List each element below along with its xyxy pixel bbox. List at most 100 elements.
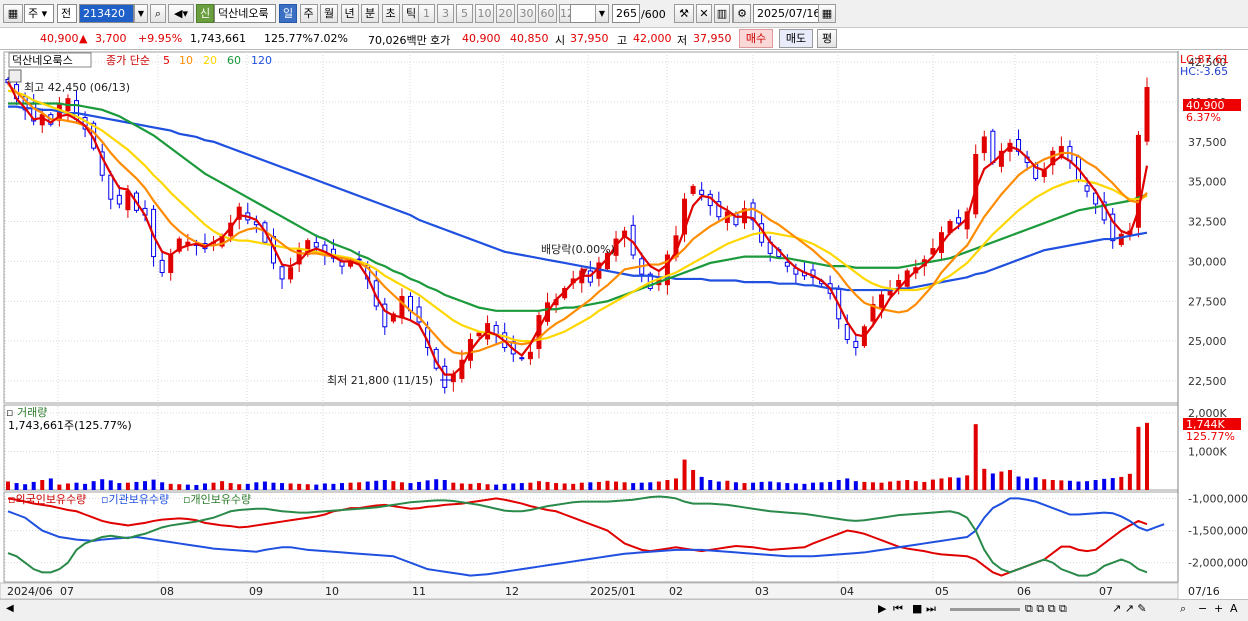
- vol-bar-74: [639, 482, 644, 490]
- period-tab-0[interactable]: 일: [279, 4, 297, 23]
- crosshair-icon[interactable]: ✕: [696, 4, 712, 23]
- count-total: /600: [641, 8, 666, 21]
- forward-icon[interactable]: ⏭: [926, 602, 936, 616]
- vol-bar-119: [1025, 478, 1030, 490]
- interval-tab-1[interactable]: 3: [437, 4, 454, 23]
- vol-bar-111: [956, 477, 961, 490]
- vol-bar-89: [768, 481, 773, 490]
- vol-bar-5: [48, 478, 53, 490]
- count-input[interactable]: 265: [612, 4, 640, 23]
- candle-body-81: [699, 189, 705, 195]
- hold-legend-1: ▫기관보유수량: [101, 493, 169, 506]
- buy-button[interactable]: 매수: [739, 29, 773, 48]
- menu-icon[interactable]: ▦: [3, 4, 23, 23]
- plus-icon[interactable]: +: [1214, 602, 1223, 615]
- vol-bar-51: [442, 479, 447, 490]
- draw-tools-icons[interactable]: ↗ ↗ ✎: [1112, 602, 1147, 615]
- period-tab-2[interactable]: 월: [320, 4, 338, 23]
- vol-bar-6: [57, 484, 62, 490]
- period-tab-3[interactable]: 년: [340, 4, 359, 23]
- scroll-right-icon[interactable]: ▶: [878, 602, 886, 615]
- price-legend: 종가 단순: [106, 54, 150, 67]
- ask-label: 호가: [430, 34, 451, 47]
- vol-bar-56: [485, 484, 490, 490]
- calendar-icon[interactable]: ▦: [818, 4, 836, 23]
- stock-code-input[interactable]: 213420: [79, 4, 134, 23]
- toolbar-main: ▦ 주 ▾ 전 213420 ▼ ⌕ ◀▾ 신 덕산네오룩 일주월년분초틱 13…: [0, 0, 1248, 28]
- price-tick-3: 35,000: [1188, 176, 1227, 189]
- zoom-slider[interactable]: [950, 608, 1020, 611]
- vol-bar-98: [845, 478, 850, 490]
- interval-tab-6[interactable]: 60: [538, 4, 557, 23]
- search-icon[interactable]: ⌕: [150, 4, 166, 23]
- candle-body-133: [1144, 87, 1150, 142]
- vol-bar-57: [494, 484, 499, 490]
- last-pct-tag: 6.37%: [1186, 111, 1221, 124]
- price-tick-4: 32,500: [1188, 216, 1227, 229]
- interval-tab-0[interactable]: 1: [418, 4, 435, 23]
- high-value: 42,000: [633, 32, 672, 45]
- period-tab-1[interactable]: 주: [299, 4, 318, 23]
- price-tick-5: 30,000: [1188, 255, 1227, 268]
- vol-bar-60: [519, 483, 524, 490]
- vol-bar-11: [100, 479, 105, 490]
- new-badge: 신: [196, 4, 214, 23]
- vol-bar-49: [425, 480, 430, 490]
- vol-bar-120: [1033, 477, 1038, 490]
- vol-bar-24: [211, 482, 216, 490]
- hold-tick-0: -1,000,000: [1188, 492, 1248, 505]
- vol-title: 거래량: [17, 406, 47, 419]
- vol-bar-18: [160, 482, 165, 490]
- vol-bar-70: [605, 480, 610, 490]
- hold-legend-0: ▫외국인보유수량: [8, 493, 86, 506]
- vol-bar-87: [751, 482, 756, 490]
- period-tab-4[interactable]: 분: [361, 4, 379, 23]
- vol-bar-19: [168, 483, 173, 490]
- vol-bar-132: [1136, 426, 1141, 490]
- vol-bar-39: [339, 483, 344, 490]
- sell-button[interactable]: 매도: [779, 29, 813, 48]
- window-icons[interactable]: ⧉ ⧉ ⧉ ⧉: [1025, 602, 1067, 616]
- minus-icon[interactable]: −: [1198, 602, 1207, 615]
- stop-icon[interactable]: ■: [912, 602, 922, 615]
- vol-bar-131: [1127, 473, 1132, 490]
- vol-bar-4: [40, 479, 45, 490]
- vol-bar-58: [502, 483, 507, 490]
- speaker-icon[interactable]: ◀▾: [168, 4, 194, 23]
- vol-bar-38: [331, 483, 336, 490]
- candle-body-12: [108, 174, 114, 200]
- candle-body-114: [981, 136, 987, 154]
- interval-tab-5[interactable]: 30: [517, 4, 536, 23]
- vol-bar-0: [6, 481, 10, 490]
- date-input[interactable]: 2025/07/16: [753, 4, 819, 23]
- vol-bar-61: [528, 482, 533, 490]
- interval-tab-3[interactable]: 10: [475, 4, 494, 23]
- low-value: 37,950: [693, 32, 732, 45]
- period-type-select[interactable]: 주 ▾: [24, 4, 54, 23]
- ask-value: 40,900: [462, 32, 501, 45]
- vol-bar-35: [305, 484, 310, 490]
- eval-button[interactable]: 평: [817, 29, 837, 48]
- hc-label: HC:-3.65: [1180, 65, 1228, 78]
- scope-select[interactable]: 전: [57, 4, 77, 23]
- vol-bar-112: [965, 475, 970, 490]
- interval-dropdown-icon[interactable]: ▼: [595, 4, 609, 23]
- open-value: 37,950: [570, 32, 609, 45]
- vol-bar-71: [614, 481, 619, 490]
- code-dropdown-icon[interactable]: ▼: [134, 4, 148, 23]
- chart-scrollbar[interactable]: ◀ ▶ ⏮ ■ ⏭ ⧉ ⧉ ⧉ ⧉ ↗ ↗ ✎ ⌕ − + A: [0, 599, 1248, 621]
- scroll-left-icon[interactable]: ◀: [6, 603, 14, 614]
- interval-tab-2[interactable]: 5: [456, 4, 473, 23]
- period-tab-5[interactable]: 초: [381, 4, 400, 23]
- stock-tag: 덕산네오룩스: [12, 54, 73, 67]
- rewind-icon[interactable]: ⏮: [893, 602, 903, 616]
- font-size-icon[interactable]: A: [1230, 602, 1238, 615]
- vol-bar-95: [819, 482, 824, 490]
- bar-chart-icon[interactable]: ▥: [714, 4, 730, 23]
- zoom-icon[interactable]: ⌕: [1180, 602, 1186, 616]
- x-tick-12: 06: [1017, 585, 1031, 598]
- tools-icon[interactable]: ⚒: [674, 4, 694, 23]
- interval-tab-4[interactable]: 20: [496, 4, 515, 23]
- gear-icon[interactable]: ⚙: [733, 4, 751, 23]
- price-chart[interactable]: 42,50040,00037,50035,00032,50030,00027,5…: [0, 51, 1248, 599]
